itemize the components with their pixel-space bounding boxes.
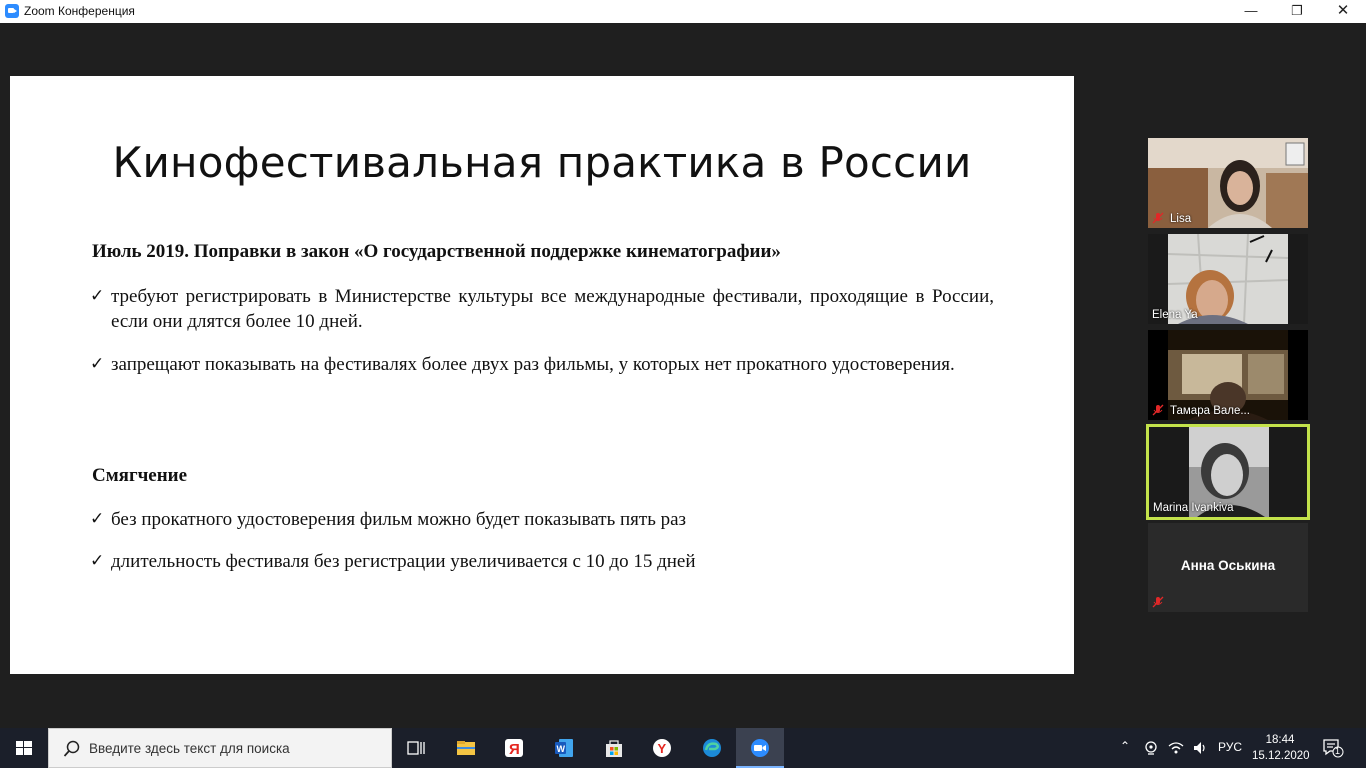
window-title: Zoom Конференция: [24, 4, 135, 18]
yandex-app-button[interactable]: Я: [490, 728, 538, 768]
bullet-text: без прокатного удостоверения фильм можно…: [111, 509, 687, 530]
participant-video-tile[interactable]: Elena Ya: [1148, 234, 1308, 324]
svg-text:Я: Я: [509, 741, 520, 758]
show-hidden-icons-chevron-icon[interactable]: ⌃: [1120, 739, 1130, 753]
notification-icon: [1323, 739, 1344, 758]
task-view-button[interactable]: [392, 728, 440, 768]
slide-bullet: ✓ без прокатного удостоверения фильм мож…: [90, 507, 994, 532]
shared-screen-slide: Кинофестивальная практика в России Июль …: [10, 76, 1074, 674]
folder-icon: [457, 741, 475, 755]
checkmark-icon: ✓: [90, 509, 105, 529]
notification-count: 1: [1335, 746, 1341, 756]
participant-tile-no-video[interactable]: Анна Оськина: [1148, 523, 1308, 612]
zoom-icon: [751, 739, 769, 757]
participant-name: Тамара Вале...: [1170, 405, 1250, 417]
minimize-button[interactable]: —: [1228, 0, 1274, 23]
store-app-button[interactable]: [590, 728, 638, 768]
volume-icon[interactable]: [1192, 740, 1208, 756]
slide-bullet: ✓ длительность фестиваля без регистрации…: [90, 549, 994, 574]
checkmark-icon: ✓: [90, 286, 105, 306]
edge-icon: [703, 739, 721, 757]
checkmark-icon: ✓: [90, 551, 105, 571]
bullet-text: требуют регистрировать в Министерстве ку…: [111, 286, 994, 332]
svg-text:Y: Y: [658, 741, 667, 756]
input-language-indicator[interactable]: РУС: [1218, 740, 1242, 754]
word-app-button[interactable]: W: [540, 728, 588, 768]
edge-browser-button[interactable]: [688, 728, 736, 768]
bullet-text: длительность фестиваля без регистрации у…: [111, 551, 696, 572]
webcam-tray-icon[interactable]: [1143, 740, 1159, 756]
bullet-text: запрещают показывать на фестивалях более…: [111, 354, 955, 375]
muted-microphone-icon: [1152, 596, 1164, 608]
slide-bullet: ✓ запрещают показывать на фестивалях бол…: [90, 352, 994, 377]
file-explorer-button[interactable]: [442, 728, 490, 768]
clock-date: 15.12.2020: [1252, 750, 1310, 762]
title-bar: Zoom Конференция — ❐ ✕: [0, 0, 1366, 23]
meeting-area: Кинофестивальная практика в России Июль …: [0, 23, 1366, 728]
slide-heading-amendments: Июль 2019. Поправки в закон «О государст…: [92, 241, 781, 262]
task-view-icon: [407, 741, 425, 755]
participant-video-tile[interactable]: Lisa: [1148, 138, 1308, 228]
windows-logo-icon: [16, 741, 32, 755]
zoom-app-button[interactable]: [736, 728, 784, 768]
participant-video-tile[interactable]: Тамара Вале...: [1148, 330, 1308, 420]
checkmark-icon: ✓: [90, 354, 105, 374]
wifi-icon[interactable]: [1168, 740, 1184, 756]
maximize-button[interactable]: ❐: [1274, 0, 1320, 23]
participant-name: Elena Ya: [1152, 309, 1198, 321]
word-icon: W: [555, 739, 573, 757]
participant-name: Анна Оськина: [1180, 558, 1276, 573]
participant-name: Marina Ivankiva: [1153, 502, 1234, 514]
participant-name: Lisa: [1170, 213, 1192, 225]
yandex-browser-icon: Y: [653, 739, 671, 757]
slide-title: Кинофестивальная практика в России: [112, 138, 972, 187]
yandex-browser-button[interactable]: Y: [638, 728, 686, 768]
muted-microphone-icon: [1152, 212, 1164, 224]
close-button[interactable]: ✕: [1320, 0, 1366, 23]
search-icon: [63, 740, 80, 757]
svg-text:W: W: [557, 744, 566, 754]
search-placeholder: Введите здесь текст для поиска: [89, 741, 290, 756]
taskbar-clock[interactable]: 18:44 15.12.2020: [1252, 732, 1310, 764]
active-speaker-video-tile[interactable]: Marina Ivankiva: [1146, 424, 1310, 520]
windows-taskbar: Введите здесь текст для поиска Я W Y ⌃ Р…: [0, 728, 1366, 768]
muted-microphone-icon: [1152, 404, 1164, 416]
clock-time: 18:44: [1265, 734, 1295, 746]
yandex-icon: Я: [505, 739, 523, 758]
taskbar-search-box[interactable]: Введите здесь текст для поиска: [48, 728, 392, 768]
action-center-button[interactable]: 1: [1322, 738, 1344, 758]
zoom-app-icon: [5, 4, 19, 18]
slide-heading-softening: Смягчение: [92, 465, 188, 486]
slide-bullet: ✓ требуют регистрировать в Министерстве …: [90, 284, 994, 334]
start-button[interactable]: [0, 728, 48, 768]
store-icon: [606, 740, 622, 757]
